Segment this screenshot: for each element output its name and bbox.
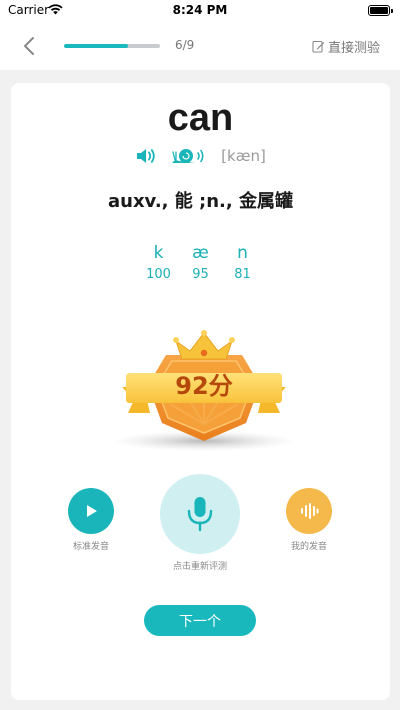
bottom-area xyxy=(0,700,400,710)
pronunciation-row: [kæn] xyxy=(11,147,390,165)
progress-fill xyxy=(64,44,129,48)
battery-icon xyxy=(368,5,393,16)
slow-play-snail-icon[interactable] xyxy=(171,147,207,165)
record-control: 点击重新评测 xyxy=(150,474,250,572)
play-standard-button[interactable] xyxy=(68,488,114,534)
progress-count: 6/9 xyxy=(175,38,195,52)
record-label: 点击重新评测 xyxy=(172,562,227,572)
back-arrow-icon[interactable] xyxy=(18,34,42,58)
score-value: 92分 xyxy=(175,372,233,400)
speaker-icon[interactable] xyxy=(135,147,157,165)
phoneme-item: æ 95 xyxy=(188,243,214,282)
waveform-icon xyxy=(301,503,319,519)
skip-to-test-label: 直接测验 xyxy=(327,40,380,56)
play-my-recording-button[interactable] xyxy=(286,488,332,534)
word-title: can xyxy=(167,97,234,139)
phoneme-score: 81 xyxy=(234,267,251,282)
phoneme-item: n 81 xyxy=(230,243,256,282)
status-bar: Carrier 8:24 PM xyxy=(0,0,400,22)
word-meaning: auxv., 能 ;n., 金属罐 xyxy=(107,191,293,212)
phoneme-symbol: æ xyxy=(192,243,209,263)
microphone-icon xyxy=(187,497,213,532)
score-badge: 92分 xyxy=(104,329,304,459)
edit-icon xyxy=(312,40,325,53)
phoneme-scores: k 100 æ 95 n 81 xyxy=(11,243,390,282)
phoneme-symbol: k xyxy=(153,243,164,263)
progress-bar xyxy=(64,44,160,48)
word-card: can [kæn] auxv., 能 ;n., 金属罐 k 100 æ 95 n xyxy=(11,83,390,700)
phoneme-symbol: n xyxy=(237,243,248,263)
phoneme-score: 95 xyxy=(192,267,209,282)
my-pronunciation-control: 我的发音 xyxy=(272,488,346,552)
standard-pronunciation-label: 标准发音 xyxy=(72,542,109,552)
skip-to-test-button[interactable]: 直接测验 xyxy=(312,36,380,56)
standard-pronunciation-control: 标准发音 xyxy=(54,488,128,552)
phoneme-item: k 100 xyxy=(146,243,172,282)
record-button[interactable] xyxy=(160,474,240,554)
nav-bar: 6/9 直接测验 xyxy=(0,22,400,70)
my-pronunciation-label: 我的发音 xyxy=(290,542,327,552)
phoneme-score: 100 xyxy=(146,267,171,282)
play-icon xyxy=(87,505,97,517)
next-button[interactable]: 下一个 xyxy=(144,605,256,636)
phonetic-transcription: [kæn] xyxy=(221,147,266,165)
status-time: 8:24 PM xyxy=(172,3,228,17)
